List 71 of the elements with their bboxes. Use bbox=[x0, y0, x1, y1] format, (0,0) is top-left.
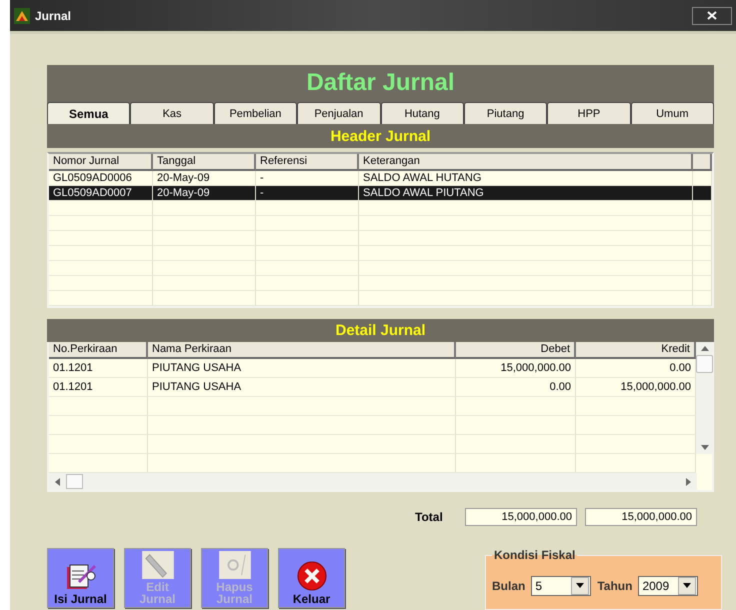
month-dropdown[interactable]: 5 bbox=[531, 576, 592, 596]
column-header[interactable]: Tanggal bbox=[153, 154, 256, 171]
action-button[interactable]: Isi Jurnal bbox=[47, 548, 114, 608]
tab[interactable]: Semua bbox=[47, 102, 130, 124]
table-cell: - bbox=[260, 172, 264, 184]
scroll-thumb[interactable] bbox=[66, 474, 83, 489]
table-cell: SALDO AWAL HUTANG bbox=[363, 172, 482, 184]
table-cell: GL0509AD0007 bbox=[53, 187, 132, 199]
total-debit-field: 15,000,000.00 bbox=[465, 508, 577, 526]
table-cell: 20-May-09 bbox=[157, 187, 210, 199]
year-dropdown[interactable]: 2009 bbox=[638, 576, 698, 596]
month-label: Bulan bbox=[492, 578, 526, 592]
recycle-icon bbox=[218, 551, 252, 579]
column-header[interactable]: Keterangan bbox=[359, 154, 693, 171]
empty-cell bbox=[693, 261, 712, 276]
year-label: Tahun bbox=[597, 578, 632, 592]
scroll-thumb[interactable] bbox=[696, 355, 713, 373]
up-arrow-icon[interactable] bbox=[700, 346, 708, 351]
tab[interactable]: HPP bbox=[547, 102, 631, 124]
empty-cell bbox=[693, 291, 712, 306]
close-button[interactable] bbox=[692, 6, 732, 24]
table-cell: PIUTANG USAHA bbox=[152, 362, 242, 374]
column-header[interactable]: Referensi bbox=[256, 154, 359, 171]
left-arrow-icon[interactable] bbox=[55, 478, 60, 486]
tab[interactable]: Hutang bbox=[380, 102, 464, 124]
table-cell: 01.1201 bbox=[53, 381, 93, 393]
table-cell: 0.00 bbox=[550, 381, 571, 393]
horizontal-scrollbar[interactable] bbox=[49, 473, 697, 490]
column-header[interactable]: Kredit bbox=[576, 342, 696, 359]
column-header bbox=[693, 154, 712, 171]
table-cell: 15,000,000.00 bbox=[620, 381, 691, 393]
close-icon bbox=[707, 11, 717, 20]
table-cell: 0.00 bbox=[670, 362, 691, 374]
tab[interactable]: Penjualan bbox=[297, 102, 380, 124]
column-header[interactable]: No.Perkiraan bbox=[49, 342, 148, 359]
empty-cell bbox=[693, 246, 712, 261]
dropdown-arrow-icon bbox=[683, 583, 692, 588]
empty-cell bbox=[693, 276, 712, 291]
list-heading: Daftar Jurnal bbox=[306, 68, 455, 96]
action-button[interactable]: Keluar bbox=[278, 548, 345, 608]
empty-cell bbox=[693, 216, 712, 231]
column-header[interactable]: Nomor Jurnal bbox=[49, 154, 153, 171]
table-cell: - bbox=[260, 187, 264, 199]
empty-cell bbox=[693, 231, 712, 246]
fiscal-title: Kondisi Fiskal bbox=[493, 548, 576, 562]
empty-cell bbox=[693, 201, 712, 216]
table-cell: 15,000,000.00 bbox=[500, 362, 571, 374]
section-title: Header Jurnal bbox=[330, 128, 431, 144]
pencil-icon bbox=[140, 551, 174, 579]
table-cell: 01.1201 bbox=[53, 362, 93, 374]
table-cell bbox=[693, 186, 712, 201]
app-icon bbox=[14, 8, 30, 24]
total-credit-field: 15,000,000.00 bbox=[585, 508, 697, 526]
window-title: Jurnal bbox=[35, 8, 72, 22]
close-icon bbox=[296, 561, 326, 591]
dropdown-arrow-icon bbox=[576, 583, 584, 588]
tab[interactable]: Piutang bbox=[464, 102, 548, 124]
tab[interactable]: Umum bbox=[630, 102, 714, 124]
down-arrow-icon[interactable] bbox=[700, 445, 708, 450]
section-title: Detail Jurnal bbox=[335, 322, 426, 339]
column-header[interactable]: Debet bbox=[456, 342, 576, 359]
tab[interactable]: Pembelian bbox=[214, 102, 298, 124]
table-cell: GL0509AD0006 bbox=[53, 172, 132, 184]
column-header[interactable]: Nama Perkiraan bbox=[148, 342, 456, 359]
tab[interactable]: Kas bbox=[130, 102, 214, 124]
table-cell: 20-May-09 bbox=[157, 172, 210, 184]
total-label: Total bbox=[415, 510, 444, 524]
vertical-scrollbar[interactable] bbox=[696, 342, 713, 454]
table-cell: PIUTANG USAHA bbox=[152, 381, 242, 393]
table-cell: SALDO AWAL PIUTANG bbox=[363, 187, 484, 199]
right-arrow-icon[interactable] bbox=[686, 478, 691, 486]
